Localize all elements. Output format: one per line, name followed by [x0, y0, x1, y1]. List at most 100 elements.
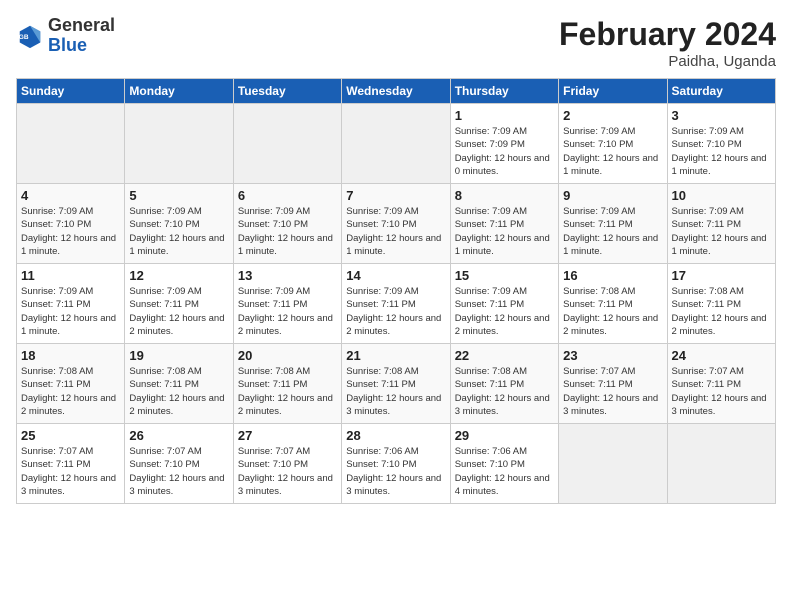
page-header: GB General Blue February 2024 Paidha, Ug…	[16, 16, 776, 70]
day-number: 11	[21, 268, 120, 283]
calendar-cell: 1Sunrise: 7:09 AMSunset: 7:09 PMDaylight…	[450, 104, 558, 184]
day-number: 4	[21, 188, 120, 203]
calendar-cell: 27Sunrise: 7:07 AMSunset: 7:10 PMDayligh…	[233, 424, 341, 504]
calendar-cell: 16 Sunrise: 7:08 AMSunset: 7:11 PMDayligh…	[559, 264, 667, 344]
col-header-sunday: Sunday	[17, 79, 125, 104]
col-header-thursday: Thursday	[450, 79, 558, 104]
day-info: Sunrise: 7:09 AMSunset: 7:11 PMDaylight:…	[21, 285, 120, 338]
calendar-cell	[667, 424, 775, 504]
calendar-cell: 3 Sunrise: 7:09 AMSunset: 7:10 PMDaylight…	[667, 104, 775, 184]
logo: GB General Blue	[16, 16, 115, 56]
calendar-cell: 9 Sunrise: 7:09 AMSunset: 7:11 PMDaylight…	[559, 184, 667, 264]
calendar-cell: 15Sunrise: 7:09 AMSunset: 7:11 PMDayligh…	[450, 264, 558, 344]
day-info: Sunrise: 7:06 AMSunset: 7:10 PMDaylight:…	[346, 445, 445, 498]
calendar-week-row: 25 Sunrise: 7:07 AMSunset: 7:11 PMDayligh…	[17, 424, 776, 504]
day-info: Sunrise: 7:09 AMSunset: 7:10 PMDaylight:…	[672, 125, 771, 178]
calendar-cell	[233, 104, 341, 184]
calendar-cell: 22 Sunrise: 7:08 AMSunset: 7:11 PMDayligh…	[450, 344, 558, 424]
day-number: 5	[129, 188, 228, 203]
day-info: Sunrise: 7:09 AMSunset: 7:10 PMDaylight:…	[238, 205, 337, 258]
calendar-cell: 2 Sunrise: 7:09 AMSunset: 7:10 PMDaylight…	[559, 104, 667, 184]
col-header-friday: Friday	[559, 79, 667, 104]
day-info: Sunrise: 7:09 AMSunset: 7:11 PMDaylight:…	[238, 285, 337, 338]
calendar-cell: 21 Sunrise: 7:08 AMSunset: 7:11 PMDayligh…	[342, 344, 450, 424]
day-number: 26	[129, 428, 228, 443]
day-info: Sunrise: 7:09 AMSunset: 7:11 PMDaylight:…	[346, 285, 445, 338]
calendar-cell: 12Sunrise: 7:09 AMSunset: 7:11 PMDayligh…	[125, 264, 233, 344]
day-info: Sunrise: 7:07 AMSunset: 7:11 PMDaylight:…	[21, 445, 120, 498]
calendar-cell: 5 Sunrise: 7:09 AMSunset: 7:10 PMDaylight…	[125, 184, 233, 264]
day-number: 13	[238, 268, 337, 283]
day-number: 9	[563, 188, 662, 203]
month-year: February 2024	[559, 16, 776, 53]
calendar-cell: 8 Sunrise: 7:09 AMSunset: 7:11 PMDaylight…	[450, 184, 558, 264]
logo-text: General Blue	[48, 16, 115, 56]
col-header-wednesday: Wednesday	[342, 79, 450, 104]
day-number: 17	[672, 268, 771, 283]
calendar-cell	[342, 104, 450, 184]
day-number: 7	[346, 188, 445, 203]
calendar-cell: 6 Sunrise: 7:09 AMSunset: 7:10 PMDaylight…	[233, 184, 341, 264]
calendar-week-row: 11 Sunrise: 7:09 AMSunset: 7:11 PMDayligh…	[17, 264, 776, 344]
day-number: 10	[672, 188, 771, 203]
day-info: Sunrise: 7:08 AMSunset: 7:11 PMDaylight:…	[455, 365, 554, 418]
day-number: 6	[238, 188, 337, 203]
calendar-week-row: 18Sunrise: 7:08 AMSunset: 7:11 PMDayligh…	[17, 344, 776, 424]
calendar-week-row: 4 Sunrise: 7:09 AMSunset: 7:10 PMDaylight…	[17, 184, 776, 264]
day-number: 8	[455, 188, 554, 203]
calendar-cell: 14Sunrise: 7:09 AMSunset: 7:11 PMDayligh…	[342, 264, 450, 344]
location: Paidha, Uganda	[559, 53, 776, 70]
day-info: Sunrise: 7:09 AMSunset: 7:09 PMDaylight:…	[455, 125, 554, 178]
day-number: 3	[672, 108, 771, 123]
day-number: 28	[346, 428, 445, 443]
title-block: February 2024 Paidha, Uganda	[559, 16, 776, 70]
day-info: Sunrise: 7:06 AMSunset: 7:10 PMDaylight:…	[455, 445, 554, 498]
day-info: Sunrise: 7:07 AMSunset: 7:11 PMDaylight:…	[563, 365, 662, 418]
day-number: 19	[129, 348, 228, 363]
day-number: 12	[129, 268, 228, 283]
day-number: 2	[563, 108, 662, 123]
day-info: Sunrise: 7:09 AMSunset: 7:10 PMDaylight:…	[21, 205, 120, 258]
day-info: Sunrise: 7:07 AMSunset: 7:11 PMDaylight:…	[672, 365, 771, 418]
calendar-cell: 23Sunrise: 7:07 AMSunset: 7:11 PMDayligh…	[559, 344, 667, 424]
day-info: Sunrise: 7:07 AMSunset: 7:10 PMDaylight:…	[129, 445, 228, 498]
col-header-tuesday: Tuesday	[233, 79, 341, 104]
calendar-cell: 29 Sunrise: 7:06 AMSunset: 7:10 PMDayligh…	[450, 424, 558, 504]
day-info: Sunrise: 7:09 AMSunset: 7:11 PMDaylight:…	[672, 205, 771, 258]
day-info: Sunrise: 7:08 AMSunset: 7:11 PMDaylight:…	[563, 285, 662, 338]
calendar-cell: 13 Sunrise: 7:09 AMSunset: 7:11 PMDayligh…	[233, 264, 341, 344]
calendar-cell	[125, 104, 233, 184]
logo-icon: GB	[16, 22, 44, 50]
day-info: Sunrise: 7:09 AMSunset: 7:11 PMDaylight:…	[563, 205, 662, 258]
day-info: Sunrise: 7:08 AMSunset: 7:11 PMDaylight:…	[21, 365, 120, 418]
calendar-cell: 7 Sunrise: 7:09 AMSunset: 7:10 PMDaylight…	[342, 184, 450, 264]
calendar-cell: 10 Sunrise: 7:09 AMSunset: 7:11 PMDayligh…	[667, 184, 775, 264]
day-number: 25	[21, 428, 120, 443]
day-info: Sunrise: 7:09 AMSunset: 7:10 PMDaylight:…	[563, 125, 662, 178]
day-info: Sunrise: 7:07 AMSunset: 7:10 PMDaylight:…	[238, 445, 337, 498]
day-info: Sunrise: 7:08 AMSunset: 7:11 PMDaylight:…	[129, 365, 228, 418]
calendar-cell: 26 Sunrise: 7:07 AMSunset: 7:10 PMDayligh…	[125, 424, 233, 504]
day-number: 22	[455, 348, 554, 363]
day-number: 29	[455, 428, 554, 443]
day-info: Sunrise: 7:09 AMSunset: 7:11 PMDaylight:…	[455, 205, 554, 258]
calendar-header-row: SundayMondayTuesdayWednesdayThursdayFrid…	[17, 79, 776, 104]
day-info: Sunrise: 7:09 AMSunset: 7:10 PMDaylight:…	[346, 205, 445, 258]
calendar-cell: 20Sunrise: 7:08 AMSunset: 7:11 PMDayligh…	[233, 344, 341, 424]
day-number: 15	[455, 268, 554, 283]
calendar-cell: 25 Sunrise: 7:07 AMSunset: 7:11 PMDayligh…	[17, 424, 125, 504]
calendar-table: SundayMondayTuesdayWednesdayThursdayFrid…	[16, 78, 776, 504]
day-number: 16	[563, 268, 662, 283]
calendar-cell: 11 Sunrise: 7:09 AMSunset: 7:11 PMDayligh…	[17, 264, 125, 344]
calendar-cell: 18Sunrise: 7:08 AMSunset: 7:11 PMDayligh…	[17, 344, 125, 424]
day-info: Sunrise: 7:09 AMSunset: 7:10 PMDaylight:…	[129, 205, 228, 258]
day-number: 21	[346, 348, 445, 363]
day-info: Sunrise: 7:08 AMSunset: 7:11 PMDaylight:…	[346, 365, 445, 418]
svg-text:GB: GB	[19, 34, 29, 41]
calendar-cell: 19 Sunrise: 7:08 AMSunset: 7:11 PMDayligh…	[125, 344, 233, 424]
col-header-monday: Monday	[125, 79, 233, 104]
day-info: Sunrise: 7:08 AMSunset: 7:11 PMDaylight:…	[238, 365, 337, 418]
calendar-cell: 4 Sunrise: 7:09 AMSunset: 7:10 PMDaylight…	[17, 184, 125, 264]
calendar-cell: 17Sunrise: 7:08 AMSunset: 7:11 PMDayligh…	[667, 264, 775, 344]
calendar-cell: 24Sunrise: 7:07 AMSunset: 7:11 PMDayligh…	[667, 344, 775, 424]
